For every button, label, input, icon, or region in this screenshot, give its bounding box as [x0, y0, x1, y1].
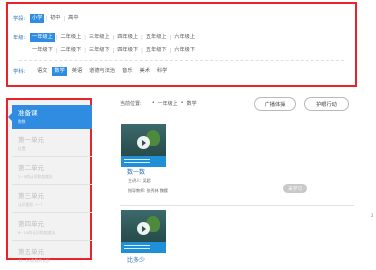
breadcrumb: 当前位置: • 一年级上 • 数学 [120, 100, 197, 107]
subject-option-science[interactable]: 科学 [155, 67, 169, 76]
filter-panel: 学段: 小学 | 初中 | 高中 年级: 一年级上 | 二年级上 | 三年级上 … [6, 2, 357, 87]
lesson-title[interactable]: 比多少 [127, 255, 145, 264]
stage-option-primary[interactable]: 小学 [30, 14, 45, 23]
subject-option-art[interactable]: 美术 [138, 67, 152, 76]
subject-option-english[interactable]: 英语 [70, 67, 84, 76]
lesson-thumbnail[interactable] [121, 210, 166, 253]
grade-option[interactable]: 一年级上 [30, 33, 55, 42]
grade-option[interactable]: 二年级上 [58, 33, 83, 42]
sidebar-item-unit-3[interactable]: 第三单元 认识图形（一） [12, 185, 92, 213]
sidebar-item-unit-2[interactable]: 第二单元 1~5的认识和加减法 [12, 157, 92, 185]
active-pointer-icon [8, 113, 12, 121]
sidebar-item-subtitle: 认识图形（一） [18, 202, 45, 207]
grade-option[interactable]: 四年级下 [115, 46, 140, 55]
card-divider [120, 205, 354, 206]
grade-option[interactable]: 四年级上 [115, 33, 140, 42]
grade-option[interactable]: 二年级下 [58, 46, 83, 55]
subject-option-music[interactable]: 音乐 [120, 67, 134, 76]
lesson-title[interactable]: 数一数 [127, 167, 145, 176]
grade-option[interactable]: 五年级下 [144, 46, 169, 55]
grade-filter-row-2: 一年级下 | 二年级下 | 三年级下 | 四年级下 | 五年级下 | 六年级下 [30, 46, 197, 55]
sidebar-item-subtitle: 数数 [18, 119, 26, 124]
play-icon[interactable] [137, 136, 150, 149]
sidebar-item-unit-5[interactable]: 第五单元 11~20各数的认识 [12, 241, 92, 269]
speaker-label: 主讲人: [128, 178, 142, 183]
breadcrumb-subject[interactable]: 数学 [187, 100, 197, 107]
teachers-names: 张秀林 魏樱 [146, 188, 168, 193]
sidebar-item-title: 第三单元 [18, 192, 44, 200]
grade-option[interactable]: 五年级上 [144, 33, 169, 42]
subject-option-morality[interactable]: 道德与法治 [87, 67, 117, 76]
status-badge: 未学习 [283, 184, 307, 193]
stage-option-middle[interactable]: 初中 [48, 14, 62, 23]
breadcrumb-separator: • [180, 100, 184, 106]
sidebar-item-title: 准备课 [18, 109, 38, 117]
sidebar-item-title: 第五单元 [18, 248, 44, 256]
breadcrumb-label: 当前位置: [120, 101, 142, 107]
sidebar-item-subtitle: 位置 [18, 146, 26, 151]
subject-label: 学科: [13, 69, 26, 75]
subject-filter-row: 学科: 语文 数学 英语 道德与法治 音乐 美术 科学 [13, 67, 169, 76]
breadcrumb-grade[interactable]: 一年级上 [158, 100, 178, 107]
grade-option[interactable]: 一年级下 [30, 46, 55, 55]
sidebar-item-title: 第一单元 [18, 136, 44, 144]
speaker-info: 主讲人: 吴超 [128, 178, 151, 184]
grade-label: 年级: [13, 35, 26, 41]
breadcrumb-separator: • [151, 100, 155, 106]
speaker-name: 吴超 [142, 178, 151, 183]
sidebar-item-unit-4[interactable]: 第四单元 6~10的认识和加减法 [12, 213, 92, 241]
sidebar-item-subtitle: 6~10的认识和加减法 [18, 230, 56, 235]
sidebar-item-subtitle: 11~20各数的认识 [18, 258, 50, 263]
eye-care-button[interactable]: 护眼行动 [304, 97, 349, 111]
grade-option[interactable]: 六年级下 [172, 46, 197, 55]
grade-option[interactable]: 三年级下 [87, 46, 112, 55]
grade-filter-row-1: 年级: 一年级上 | 二年级上 | 三年级上 | 四年级上 | 五年级上 | 六… [13, 33, 197, 42]
sidebar-item-unit-1[interactable]: 第一单元 位置 [12, 129, 92, 157]
teachers-info: 指导教师: 张秀林 魏樱 [128, 188, 168, 194]
grade-option[interactable]: 六年级上 [172, 33, 197, 42]
subject-option-chinese[interactable]: 语文 [35, 67, 49, 76]
edge-glyph: 2 [371, 213, 374, 218]
stage-label: 学段: [13, 16, 26, 22]
filter-divider [19, 60, 344, 61]
play-icon[interactable] [137, 222, 150, 235]
stage-option-high[interactable]: 高中 [66, 14, 80, 23]
lesson-thumbnail[interactable] [121, 124, 166, 167]
unit-sidebar: 准备课 数数 第一单元 位置 第二单元 1~5的认识和加减法 第三单元 认识图形… [6, 98, 92, 263]
sidebar-item-subtitle: 1~5的认识和加减法 [18, 174, 53, 179]
teachers-label: 指导教师: [128, 188, 146, 193]
stage-filter-row: 学段: 小学 | 初中 | 高中 [13, 14, 80, 23]
subject-option-math[interactable]: 数学 [52, 67, 67, 76]
sidebar-item-title: 第二单元 [18, 164, 44, 172]
sidebar-item-active[interactable]: 准备课 数数 [8, 105, 92, 129]
grade-option[interactable]: 三年级上 [87, 33, 112, 42]
broadcast-exercise-button[interactable]: 广播体操 [254, 97, 296, 111]
sidebar-item-title: 第四单元 [18, 220, 44, 228]
